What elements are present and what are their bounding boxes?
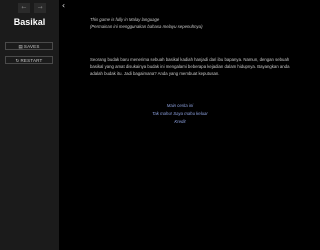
choice-play-story[interactable]: Main cerita ini: [90, 102, 270, 110]
story-title: Basikal: [13, 17, 46, 27]
intro-line: This game is fully in Malay language: [90, 17, 160, 22]
saves-button[interactable]: ▤SAVES: [5, 42, 53, 50]
story-text: Seorang budak baru menerima sebuah basik…: [90, 57, 290, 76]
saves-label: SAVES: [23, 44, 40, 49]
restart-label: RESTART: [20, 58, 43, 63]
choice-credits[interactable]: Kredit: [90, 118, 270, 126]
forward-arrow-icon[interactable]: →: [34, 3, 46, 13]
saves-icon: ▤: [18, 45, 23, 50]
passage: This game is fully in Malay language (Pe…: [90, 16, 290, 77]
history-nav: ← →: [18, 3, 50, 13]
back-arrow-icon[interactable]: ←: [18, 3, 30, 13]
app-window: ← → Basikal ▤SAVES ↻RESTART ‹ This game …: [0, 0, 315, 250]
choice-list: Main cerita ini Tak mahu! Saya mahu kelu…: [90, 102, 270, 126]
choice-quit[interactable]: Tak mahu! Saya mahu keluar: [90, 110, 270, 118]
restart-icon: ↻: [15, 59, 20, 64]
collapse-sidebar-icon[interactable]: ‹: [60, 1, 67, 11]
restart-button[interactable]: ↻RESTART: [5, 56, 53, 64]
sidebar: ← → Basikal ▤SAVES ↻RESTART: [0, 0, 59, 250]
intro-line-translation: (Permainan ini menggunakan bahasa melayu…: [90, 24, 203, 29]
